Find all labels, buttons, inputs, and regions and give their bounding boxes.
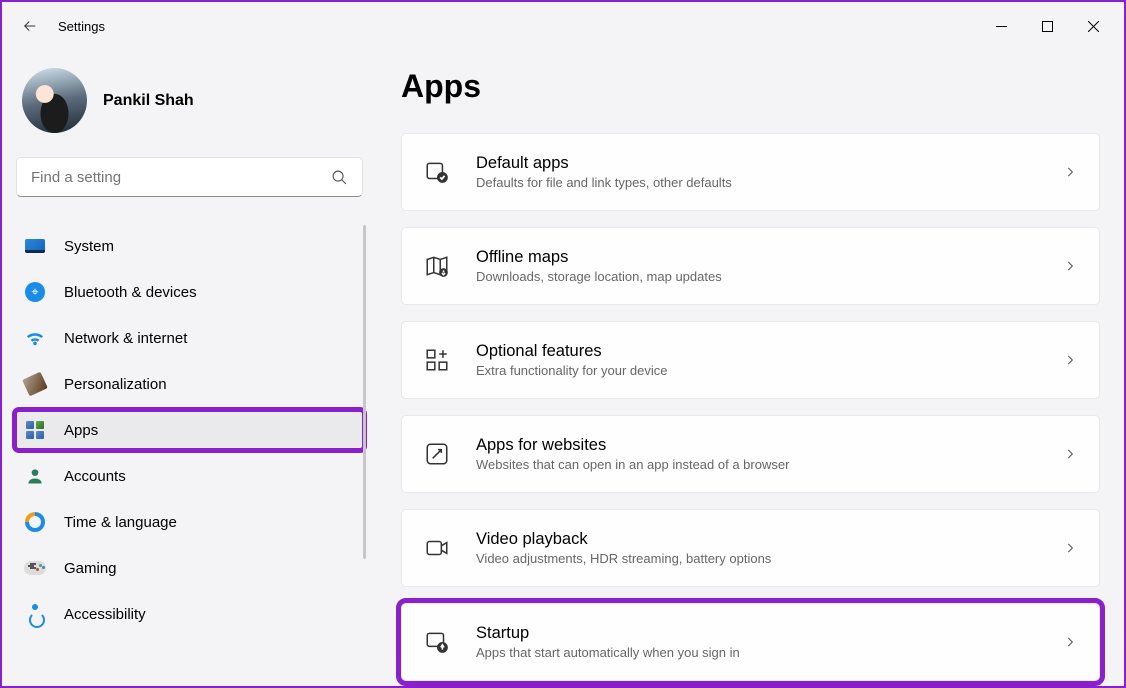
window-title: Settings <box>58 19 105 34</box>
card-offline-maps[interactable]: Offline maps Downloads, storage location… <box>401 227 1100 305</box>
card-list: Default apps Defaults for file and link … <box>401 133 1100 686</box>
sidebar-item-accessibility[interactable]: Accessibility <box>14 593 365 635</box>
search-icon <box>331 169 348 186</box>
chevron-right-icon <box>1063 447 1077 461</box>
search-input-container[interactable] <box>16 157 363 197</box>
chevron-right-icon <box>1063 353 1077 367</box>
accessibility-icon <box>24 603 46 625</box>
sidebar-item-network[interactable]: Network & internet <box>14 317 365 359</box>
sidebar-item-label: Time & language <box>64 514 177 531</box>
user-name: Pankil Shah <box>103 92 194 110</box>
brush-icon <box>24 373 46 395</box>
chevron-right-icon <box>1063 165 1077 179</box>
bluetooth-icon: ⌖ <box>24 281 46 303</box>
card-desc: Downloads, storage location, map updates <box>476 269 1037 284</box>
sidebar-item-label: Bluetooth & devices <box>64 284 197 301</box>
apps-icon <box>24 419 46 441</box>
maximize-button[interactable] <box>1024 10 1070 42</box>
minimize-button[interactable] <box>978 10 1024 42</box>
sidebar-item-label: Personalization <box>64 376 167 393</box>
sidebar-item-system[interactable]: System <box>14 225 365 267</box>
card-desc: Websites that can open in an app instead… <box>476 457 1037 472</box>
sidebar-item-personalization[interactable]: Personalization <box>14 363 365 405</box>
sidebar-item-label: System <box>64 238 114 255</box>
card-desc: Video adjustments, HDR streaming, batter… <box>476 551 1037 566</box>
system-icon <box>24 235 46 257</box>
wifi-icon <box>24 327 46 349</box>
back-button[interactable] <box>10 6 50 46</box>
sidebar-item-label: Network & internet <box>64 330 187 347</box>
card-apps-for-websites[interactable]: Apps for websites Websites that can open… <box>401 415 1100 493</box>
clock-icon <box>24 511 46 533</box>
chevron-right-icon <box>1063 259 1077 273</box>
default-apps-icon <box>424 159 450 185</box>
sidebar-item-gaming[interactable]: Gaming <box>14 547 365 589</box>
card-title: Offline maps <box>476 248 1037 267</box>
sidebar-item-label: Gaming <box>64 560 117 577</box>
content: Apps Default apps Defaults for file and … <box>377 50 1124 686</box>
map-icon <box>424 253 450 279</box>
nav-list: System ⌖ Bluetooth & devices Network & i… <box>14 225 365 635</box>
card-desc: Defaults for file and link types, other … <box>476 175 1037 190</box>
card-title: Default apps <box>476 154 1037 173</box>
gamepad-icon <box>24 557 46 579</box>
startup-icon <box>424 629 450 655</box>
sidebar: Pankil Shah System ⌖ Bluetooth & devices… <box>2 50 377 686</box>
card-optional-features[interactable]: Optional features Extra functionality fo… <box>401 321 1100 399</box>
titlebar: Settings <box>2 2 1124 50</box>
card-title: Video playback <box>476 530 1037 549</box>
close-button[interactable] <box>1070 10 1116 42</box>
chevron-right-icon <box>1063 541 1077 555</box>
card-startup[interactable]: Startup Apps that start automatically wh… <box>401 603 1100 681</box>
card-title: Startup <box>476 624 1037 643</box>
features-icon <box>424 347 450 373</box>
card-desc: Extra functionality for your device <box>476 363 1037 378</box>
link-app-icon <box>424 441 450 467</box>
sidebar-item-bluetooth[interactable]: ⌖ Bluetooth & devices <box>14 271 365 313</box>
sidebar-item-label: Apps <box>64 422 98 439</box>
sidebar-item-label: Accessibility <box>64 606 146 623</box>
card-video-playback[interactable]: Video playback Video adjustments, HDR st… <box>401 509 1100 587</box>
user-section[interactable]: Pankil Shah <box>14 50 365 157</box>
card-desc: Apps that start automatically when you s… <box>476 645 1037 660</box>
card-default-apps[interactable]: Default apps Defaults for file and link … <box>401 133 1100 211</box>
card-title: Optional features <box>476 342 1037 361</box>
video-icon <box>424 535 450 561</box>
sidebar-item-accounts[interactable]: Accounts <box>14 455 365 497</box>
sidebar-item-label: Accounts <box>64 468 126 485</box>
person-icon <box>24 465 46 487</box>
chevron-right-icon <box>1063 635 1077 649</box>
search-input[interactable] <box>31 169 331 186</box>
window-controls <box>978 10 1116 42</box>
card-title: Apps for websites <box>476 436 1037 455</box>
sidebar-item-time[interactable]: Time & language <box>14 501 365 543</box>
page-title: Apps <box>401 68 1100 105</box>
avatar <box>22 68 87 133</box>
sidebar-item-apps[interactable]: Apps <box>14 409 365 451</box>
